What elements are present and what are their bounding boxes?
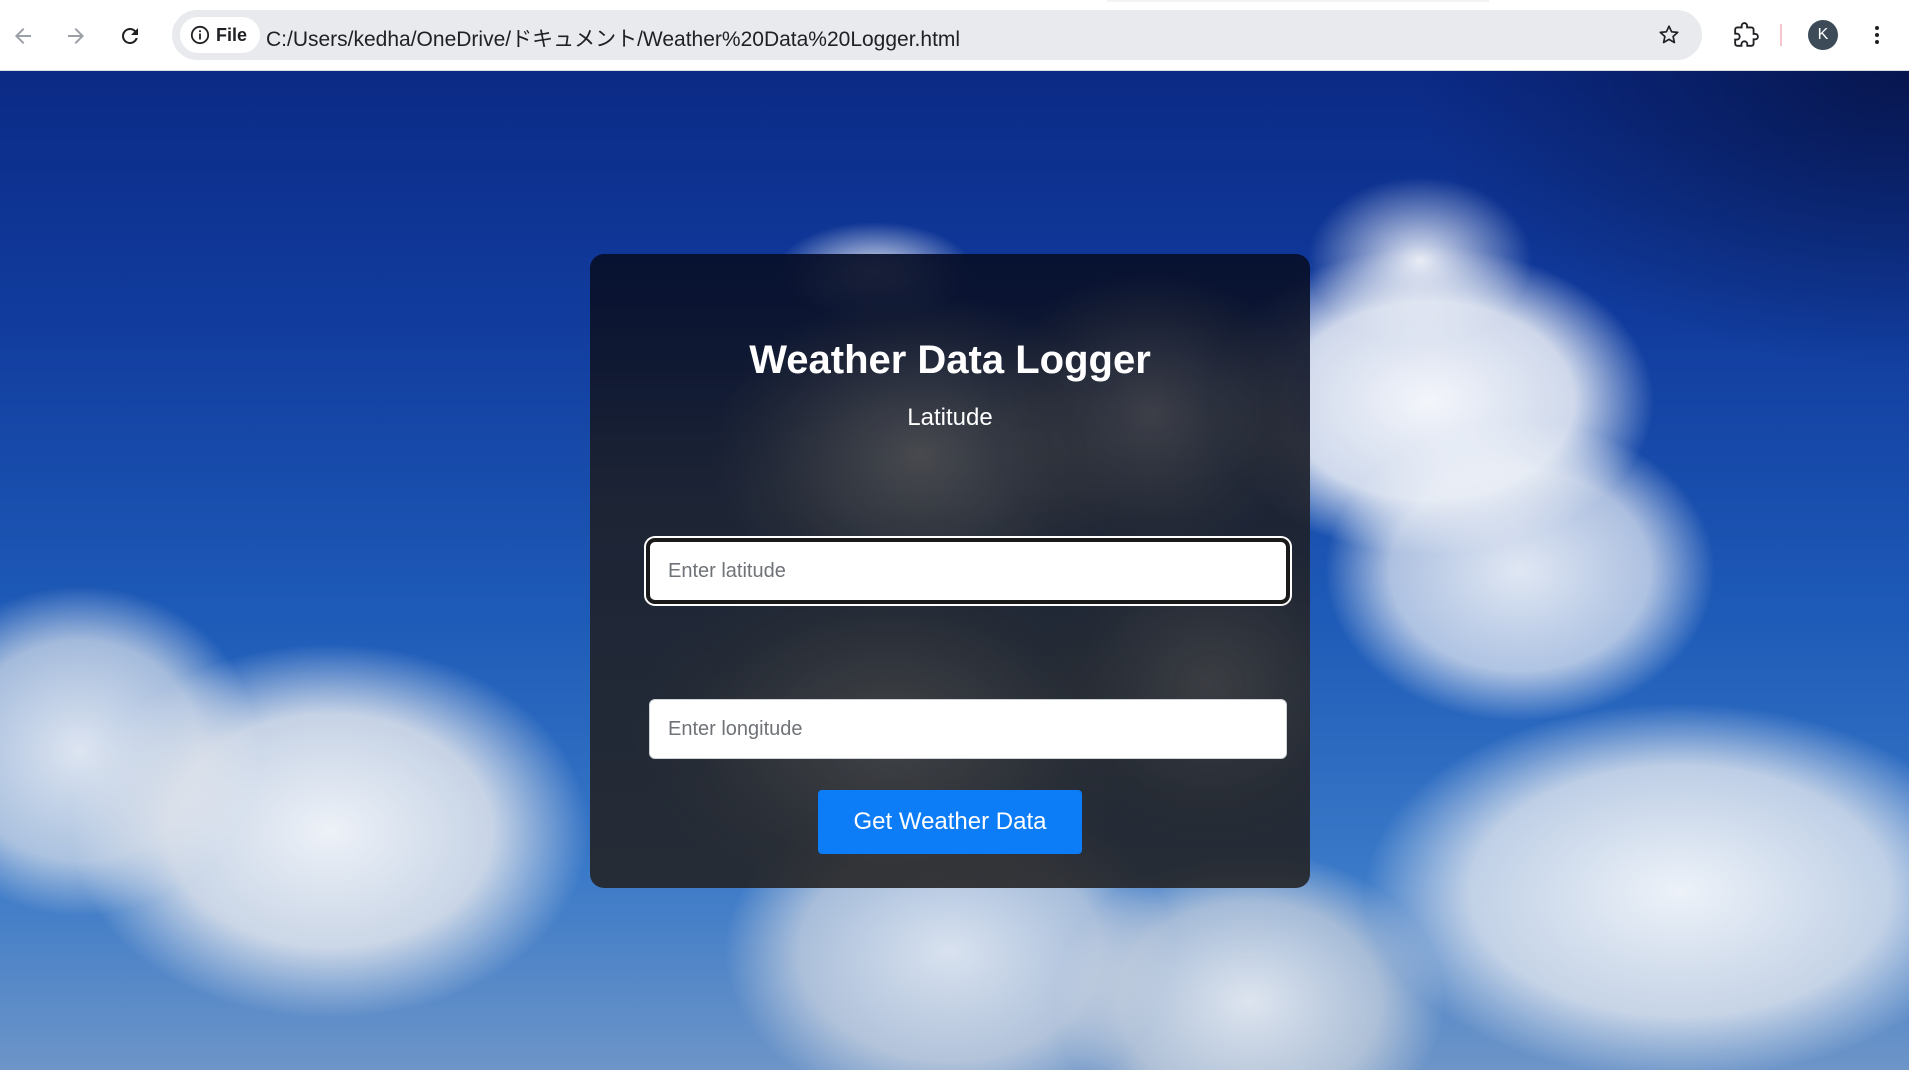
address-bar[interactable]: File C:/Users/kedha/OneDrive/ドキュメント/Weat… [172,10,1702,60]
back-arrow-icon [15,28,31,44]
star-icon [1659,25,1679,44]
weather-form-card: Weather Data Logger Latitude Longitude G… [590,254,1310,888]
latitude-label: Latitude [907,404,993,431]
profile-avatar[interactable]: K [1808,20,1838,50]
browser-toolbar: File C:/Users/kedha/OneDrive/ドキュメント/Weat… [0,0,1909,71]
get-weather-button[interactable]: Get Weather Data [818,790,1082,854]
info-icon [190,25,210,45]
toolbar-divider [1780,24,1782,46]
url-text[interactable]: C:/Users/kedha/OneDrive/ドキュメント/Weather%2… [266,23,960,53]
bookmark-button[interactable] [1654,20,1684,50]
browser-menu-button[interactable] [1862,20,1892,50]
tab-strip-edge [0,0,1909,2]
reload-icon [121,27,138,44]
sky-shade [1409,71,1909,371]
reload-button[interactable] [110,16,150,56]
page-title: Weather Data Logger [749,338,1151,382]
back-button[interactable] [3,16,43,56]
extensions-button[interactable] [1728,17,1764,53]
site-info-chip[interactable]: File [180,17,260,53]
forward-button[interactable] [56,16,96,56]
longitude-input[interactable] [649,699,1287,759]
more-vert-icon [1875,26,1879,44]
site-chip-label: File [216,24,248,45]
puzzle-icon [1734,22,1759,47]
longitude-label: Longitude [897,560,1003,587]
forward-arrow-icon [68,28,84,44]
page-background: Weather Data Logger Latitude Longitude G… [0,71,1909,1070]
